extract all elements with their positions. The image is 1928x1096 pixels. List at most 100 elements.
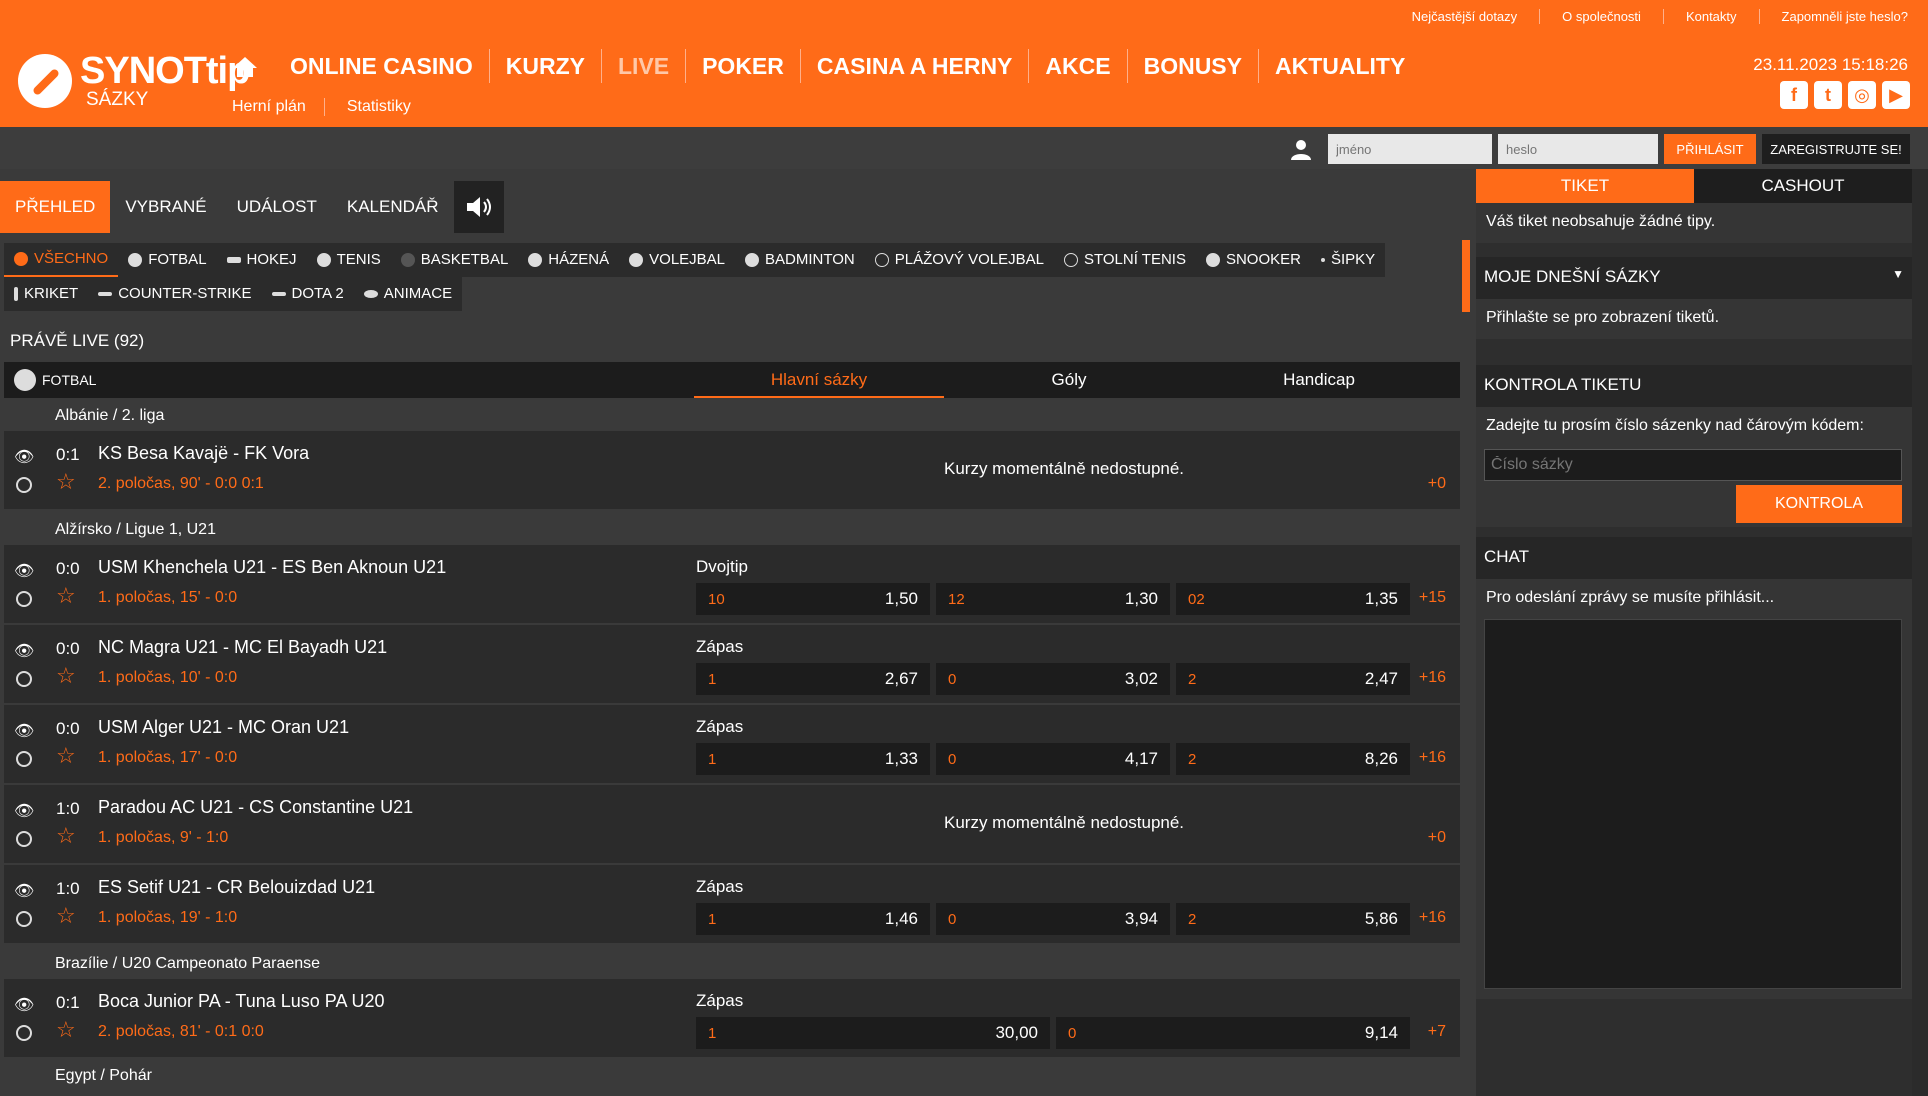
favorite-star-icon[interactable]: ☆ [56, 743, 76, 769]
sport-snooker[interactable]: SNOOKER [1195, 243, 1311, 277]
odds-button[interactable]: 02 1,35 [1176, 583, 1410, 615]
favorite-star-icon[interactable]: ☆ [56, 583, 76, 609]
eye-icon[interactable]: 👁 [14, 447, 34, 467]
more-markets[interactable]: +15 [1419, 589, 1446, 607]
odds-button[interactable]: 0 4,17 [936, 743, 1170, 775]
nav-bonusy[interactable]: BONUSY [1128, 49, 1259, 83]
event-teams[interactable]: Boca Junior PA - Tuna Luso PA U20 [98, 991, 385, 1012]
event-teams[interactable]: NC Magra U21 - MC El Bayadh U21 [98, 637, 387, 658]
sound-toggle[interactable] [453, 181, 504, 233]
sport-sipky[interactable]: ŠIPKY [1310, 243, 1386, 277]
nav-aktuality[interactable]: AKTUALITY [1259, 49, 1421, 83]
sport-fotbal[interactable]: FOTBAL [118, 243, 217, 277]
eye-icon[interactable]: 👁 [14, 801, 34, 821]
eye-icon[interactable]: 👁 [14, 641, 34, 661]
more-markets[interactable]: +0 [1428, 475, 1446, 493]
odds-button[interactable]: 12 1,30 [936, 583, 1170, 615]
tab-vybrane[interactable]: VYBRANÉ [110, 181, 221, 233]
nav-online-casino[interactable]: ONLINE CASINO [274, 49, 490, 83]
more-markets[interactable]: +16 [1419, 749, 1446, 767]
sport-stolni-tenis[interactable]: STOLNÍ TENIS [1053, 243, 1196, 277]
favorite-star-icon[interactable]: ☆ [56, 823, 76, 849]
tab-cashout[interactable]: CASHOUT [1694, 169, 1912, 203]
tab-hlavni-sazky[interactable]: Hlavní sázky [694, 362, 944, 398]
sport-hokej[interactable]: HOKEJ [216, 243, 307, 277]
username-input[interactable] [1328, 134, 1492, 164]
tab-udalost[interactable]: UDÁLOST [222, 181, 332, 233]
my-bets-header[interactable]: MOJE DNEŠNÍ SÁZKY ▼ [1476, 257, 1912, 299]
about-link[interactable]: O společnosti [1540, 9, 1664, 24]
ticket-number-input[interactable] [1484, 449, 1902, 481]
odds-button[interactable]: 2 8,26 [1176, 743, 1410, 775]
more-markets[interactable]: +16 [1419, 669, 1446, 687]
instagram-icon[interactable]: ◎ [1848, 81, 1876, 109]
sport-counter-strike[interactable]: COUNTER-STRIKE [88, 277, 262, 311]
sport-dota-2[interactable]: DOTA 2 [261, 277, 354, 311]
nav-kurzy[interactable]: KURZY [490, 49, 602, 83]
register-button[interactable]: ZAREGISTRUJTE SE! [1762, 134, 1910, 164]
more-markets[interactable]: +0 [1428, 829, 1446, 847]
sport-plazovy-volejbal[interactable]: PLÁŽOVÝ VOLEJBAL [864, 243, 1054, 277]
sport-vsechno[interactable]: VŠECHNO [4, 243, 119, 277]
favorite-star-icon[interactable]: ☆ [56, 903, 76, 929]
home-icon[interactable] [232, 55, 258, 79]
favorite-star-icon[interactable]: ☆ [56, 469, 76, 495]
more-markets[interactable]: +7 [1428, 1023, 1446, 1041]
event-row[interactable]: 👁 0:1 ☆ KS Besa Kavajë - FK Vora 2. polo… [4, 431, 1460, 509]
nav-akce[interactable]: AKCE [1029, 49, 1128, 83]
facebook-icon[interactable]: f [1780, 81, 1808, 109]
odds-button[interactable]: 1 30,00 [696, 1017, 1050, 1049]
favorite-star-icon[interactable]: ☆ [56, 663, 76, 689]
login-button[interactable]: PŘIHLÁSIT [1664, 134, 1756, 164]
tab-prehled[interactable]: PŘEHLED [0, 181, 111, 233]
check-ticket-button[interactable]: KONTROLA [1736, 485, 1902, 523]
odds-button[interactable]: 0 9,14 [1056, 1017, 1410, 1049]
eye-icon[interactable]: 👁 [14, 561, 34, 581]
favorite-star-icon[interactable]: ☆ [56, 1017, 76, 1043]
sport-volejbal[interactable]: VOLEJBAL [619, 243, 736, 277]
event-row[interactable]: 👁 0:0 ☆ USM Khenchela U21 - ES Ben Aknou… [4, 545, 1460, 623]
youtube-icon[interactable]: ▶ [1882, 81, 1910, 109]
contacts-link[interactable]: Kontakty [1664, 9, 1760, 24]
sport-tenis[interactable]: TENIS [306, 243, 391, 277]
sport-hazena[interactable]: HÁZENÁ [518, 243, 620, 277]
odds-button[interactable]: 2 2,47 [1176, 663, 1410, 695]
odds-button[interactable]: 10 1,50 [696, 583, 930, 615]
event-teams[interactable]: KS Besa Kavajë - FK Vora [98, 443, 309, 464]
sport-basketbal[interactable]: BASKETBAL [390, 243, 519, 277]
nav-casina-herny[interactable]: CASINA A HERNY [801, 49, 1030, 83]
odds-button[interactable]: 1 1,33 [696, 743, 930, 775]
event-row[interactable]: 👁 0:1 ☆ Boca Junior PA - Tuna Luso PA U2… [4, 979, 1460, 1057]
event-row[interactable]: 👁 0:0 ☆ USM Alger U21 - MC Oran U21 1. p… [4, 705, 1460, 783]
event-teams[interactable]: ES Setif U21 - CR Belouizdad U21 [98, 877, 375, 898]
odds-button[interactable]: 0 3,94 [936, 903, 1170, 935]
synottip-logo[interactable]: SYNOTtip SÁZKY [18, 52, 250, 109]
eye-icon[interactable]: 👁 [14, 881, 34, 901]
password-input[interactable] [1498, 134, 1658, 164]
odds-button[interactable]: 1 2,67 [696, 663, 930, 695]
nav-poker[interactable]: POKER [686, 49, 801, 83]
event-row[interactable]: 👁 1:0 ☆ Paradou AC U21 - CS Constantine … [4, 785, 1460, 863]
event-row[interactable]: 👁 0:0 ☆ NC Magra U21 - MC El Bayadh U21 … [4, 625, 1460, 703]
event-teams[interactable]: USM Alger U21 - MC Oran U21 [98, 717, 349, 738]
odds-button[interactable]: 0 3,02 [936, 663, 1170, 695]
event-teams[interactable]: USM Khenchela U21 - ES Ben Aknoun U21 [98, 557, 446, 578]
scrollbar-thumb[interactable] [1462, 240, 1470, 312]
subnav-herni-plan[interactable]: Herní plán [232, 98, 325, 116]
tab-goly[interactable]: Góly [944, 362, 1194, 398]
sport-badminton[interactable]: BADMINTON [735, 243, 865, 277]
event-teams[interactable]: Paradou AC U21 - CS Constantine U21 [98, 797, 413, 818]
tab-tiket[interactable]: TIKET [1476, 169, 1694, 203]
more-markets[interactable]: +16 [1419, 909, 1446, 927]
eye-icon[interactable]: 👁 [14, 995, 34, 1015]
faq-link[interactable]: Nejčastější dotazy [1390, 9, 1541, 24]
nav-live[interactable]: LIVE [602, 49, 687, 83]
forgot-password-link[interactable]: Zapomněli jste heslo? [1760, 9, 1908, 24]
sport-kriket[interactable]: KRIKET [4, 277, 89, 311]
odds-button[interactable]: 1 1,46 [696, 903, 930, 935]
twitter-icon[interactable]: t [1814, 81, 1842, 109]
odds-button[interactable]: 2 5,86 [1176, 903, 1410, 935]
subnav-statistiky[interactable]: Statistiky [347, 98, 429, 116]
event-row[interactable]: 👁 1:0 ☆ ES Setif U21 - CR Belouizdad U21… [4, 865, 1460, 943]
tab-handicap[interactable]: Handicap [1194, 362, 1444, 398]
